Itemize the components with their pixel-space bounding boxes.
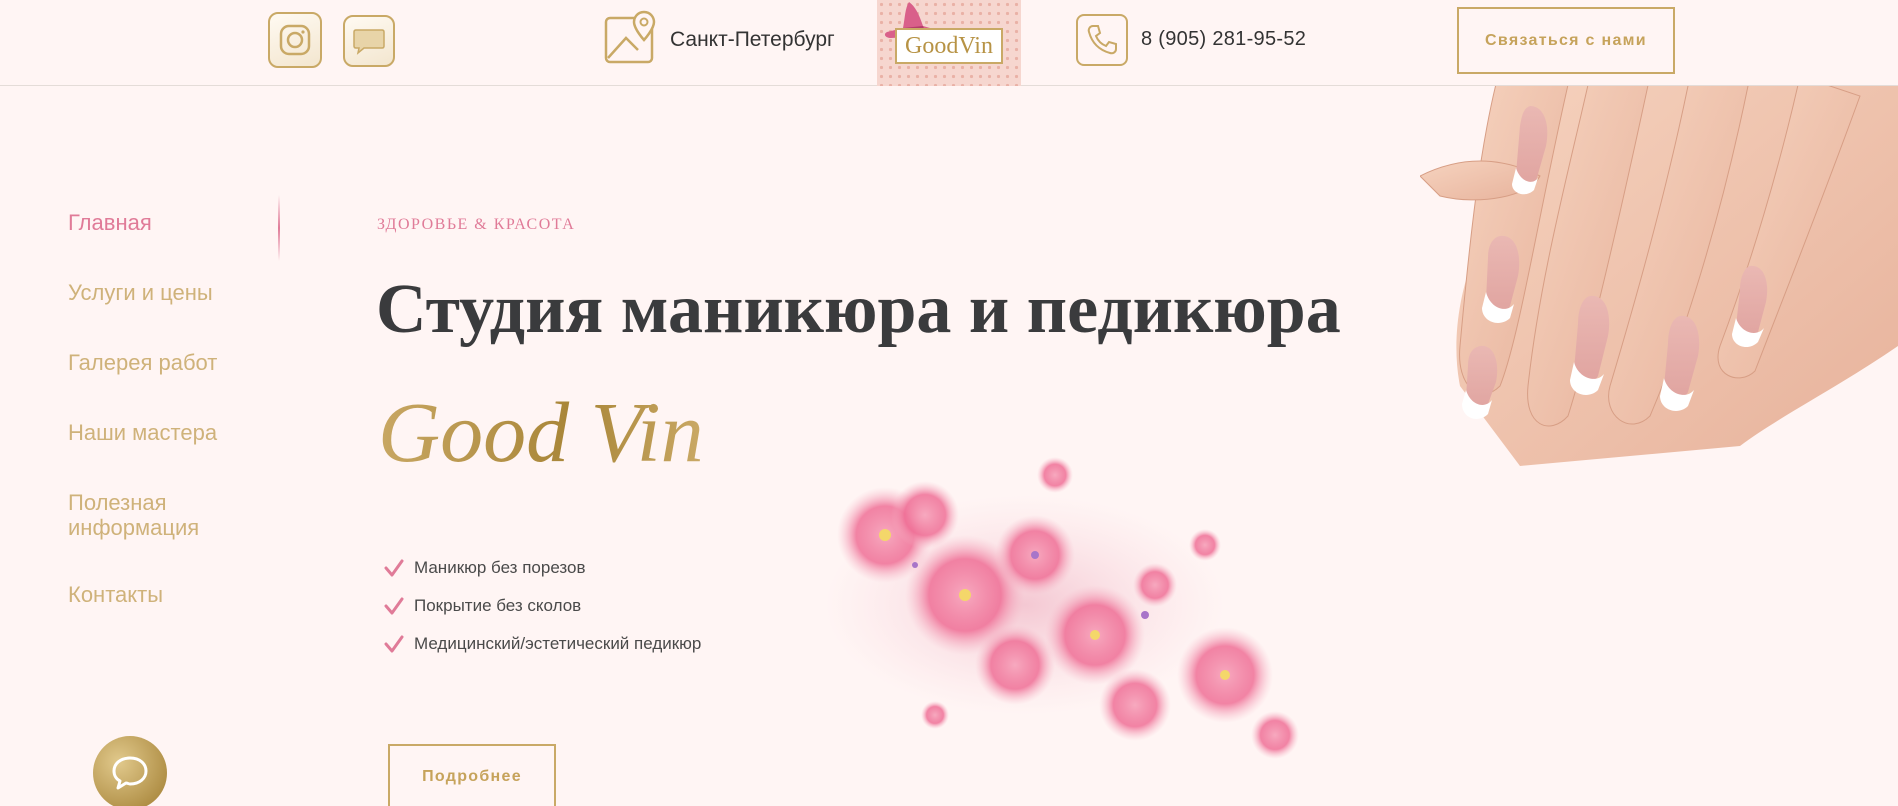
check-icon [384, 597, 404, 615]
feature-text: Маникюр без порезов [414, 558, 586, 577]
phone-icon [1087, 25, 1117, 55]
nav-item-home[interactable]: Главная [68, 210, 288, 235]
chat-icon [112, 756, 148, 790]
hero-eyebrow: ЗДОРОВЬЕ & КРАСОТА [377, 216, 576, 233]
map-location-icon [604, 10, 656, 64]
sidebar-nav: Главная Услуги и цены Галерея работ Наши… [68, 210, 288, 652]
instagram-link[interactable] [268, 12, 322, 68]
site-header: Санкт-Петербург GoodVin 8 (905) 281-95-5… [0, 0, 1898, 86]
hero-title: Студия маникюра и педикюра [376, 271, 1341, 348]
logo-text: GoodVin [905, 32, 993, 59]
check-icon [384, 559, 404, 577]
manicured-hand-image [1420, 86, 1898, 466]
logo-frame: GoodVin [895, 28, 1003, 64]
nav-item-gallery[interactable]: Галерея работ [68, 350, 288, 375]
check-icon [384, 635, 404, 653]
phone-number-link[interactable]: 8 (905) 281-95-52 [1141, 28, 1306, 51]
more-details-button[interactable]: Подробнее [388, 744, 556, 806]
list-item: Покрытие без сколов [384, 596, 701, 616]
site-logo[interactable]: GoodVin [877, 0, 1021, 86]
feature-list: Маникюр без порезов Покрытие без сколов … [384, 558, 701, 672]
nav-item-masters[interactable]: Наши мастера [68, 420, 288, 445]
instagram-icon [279, 24, 311, 56]
watercolor-flowers-image [825, 457, 1299, 759]
feature-text: Покрытие без сколов [414, 596, 582, 615]
list-item: Медицинский/эстетический педикюр [384, 634, 701, 654]
nav-item-services[interactable]: Услуги и цены [68, 280, 288, 305]
active-nav-marker [278, 195, 280, 261]
list-item: Маникюр без порезов [384, 558, 701, 578]
hero-brand-name: Good Vin [378, 384, 704, 480]
messenger-link[interactable] [343, 15, 395, 67]
feature-text: Медицинский/эстетический педикюр [414, 634, 702, 653]
nav-item-useful-info[interactable]: Полезная информация [68, 490, 218, 540]
message-icon [353, 29, 385, 55]
nav-item-contacts[interactable]: Контакты [68, 582, 288, 607]
chat-widget-button[interactable] [93, 736, 167, 806]
contact-us-button[interactable]: Связаться с нами [1457, 7, 1675, 74]
city-label: Санкт-Петербург [670, 28, 835, 51]
phone-icon-frame [1076, 14, 1128, 66]
